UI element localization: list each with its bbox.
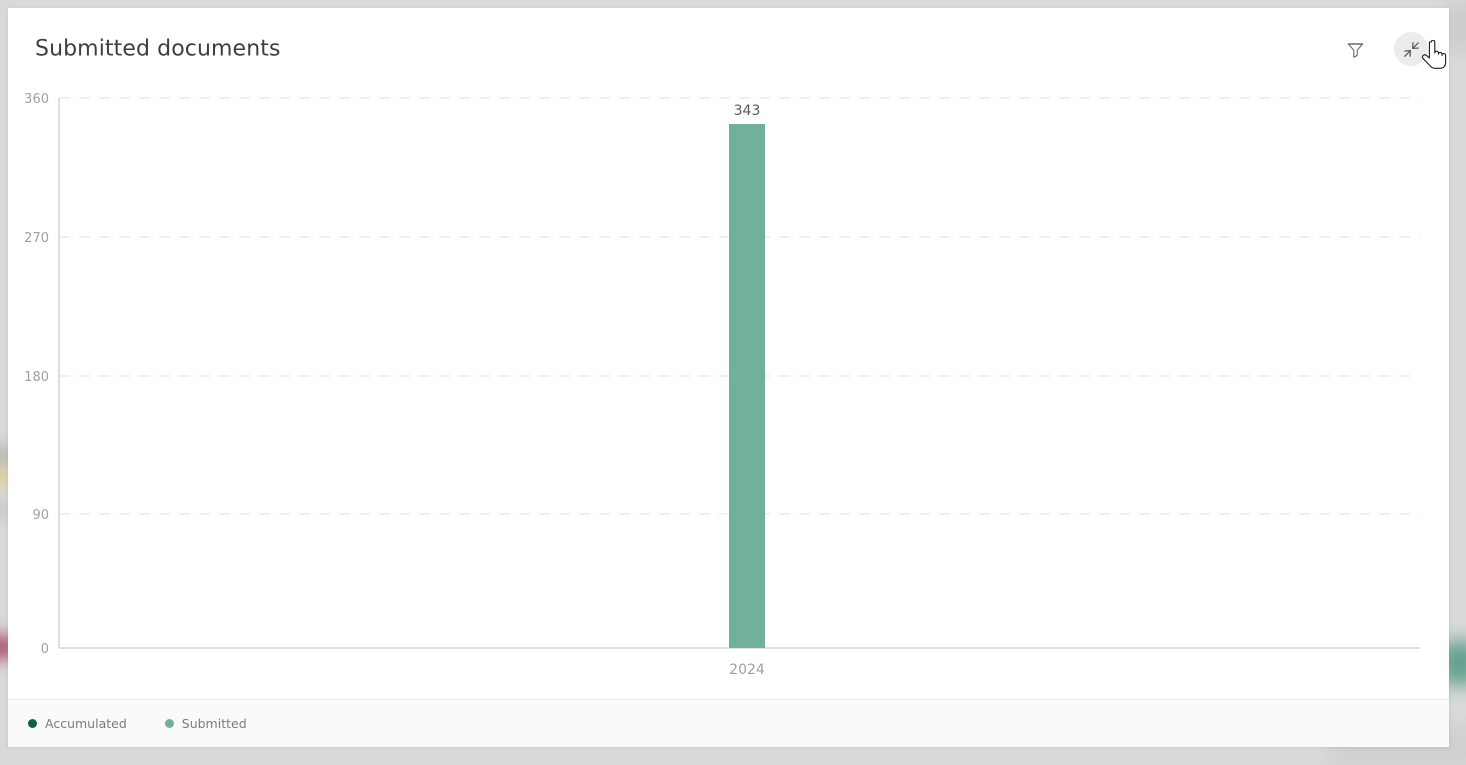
y-tick-label: 270 <box>24 231 49 246</box>
page-title: Submitted documents <box>35 36 281 62</box>
x-tick-label: 2024 <box>729 662 765 678</box>
filter-button[interactable] <box>1338 32 1372 66</box>
bar-submitted-2024[interactable] <box>729 124 765 648</box>
card-header: Submitted documents <box>8 8 1449 90</box>
bar-value-label: 343 <box>734 103 761 119</box>
collapse-icon <box>1402 40 1421 59</box>
filter-icon <box>1346 40 1365 59</box>
y-tick-label: 180 <box>24 370 49 385</box>
chart-plot-area: 360 270 180 90 0 343 2024 <box>8 90 1449 699</box>
collapse-button[interactable] <box>1394 32 1428 66</box>
y-tick-label: 360 <box>24 92 49 107</box>
y-axis-tick-labels: 360 270 180 90 0 <box>24 92 49 657</box>
backdrop-blur-shape <box>1448 0 1466 52</box>
y-tick-label: 0 <box>41 642 49 657</box>
chart-legend: Accumulated Submitted <box>8 699 1449 747</box>
legend-item-submitted[interactable]: Submitted <box>161 714 251 733</box>
bar-chart[interactable]: 360 270 180 90 0 343 2024 <box>8 90 1449 699</box>
legend-item-label: Accumulated <box>45 716 127 731</box>
header-actions <box>1338 32 1428 66</box>
submitted-documents-card: Submitted documents 360 270 180 90 0 343… <box>8 8 1449 747</box>
y-tick-label: 90 <box>32 508 49 523</box>
legend-dot-icon <box>164 719 174 728</box>
legend-item-accumulated[interactable]: Accumulated <box>24 714 131 733</box>
legend-item-label: Submitted <box>181 716 247 731</box>
legend-dot-icon <box>28 719 37 728</box>
